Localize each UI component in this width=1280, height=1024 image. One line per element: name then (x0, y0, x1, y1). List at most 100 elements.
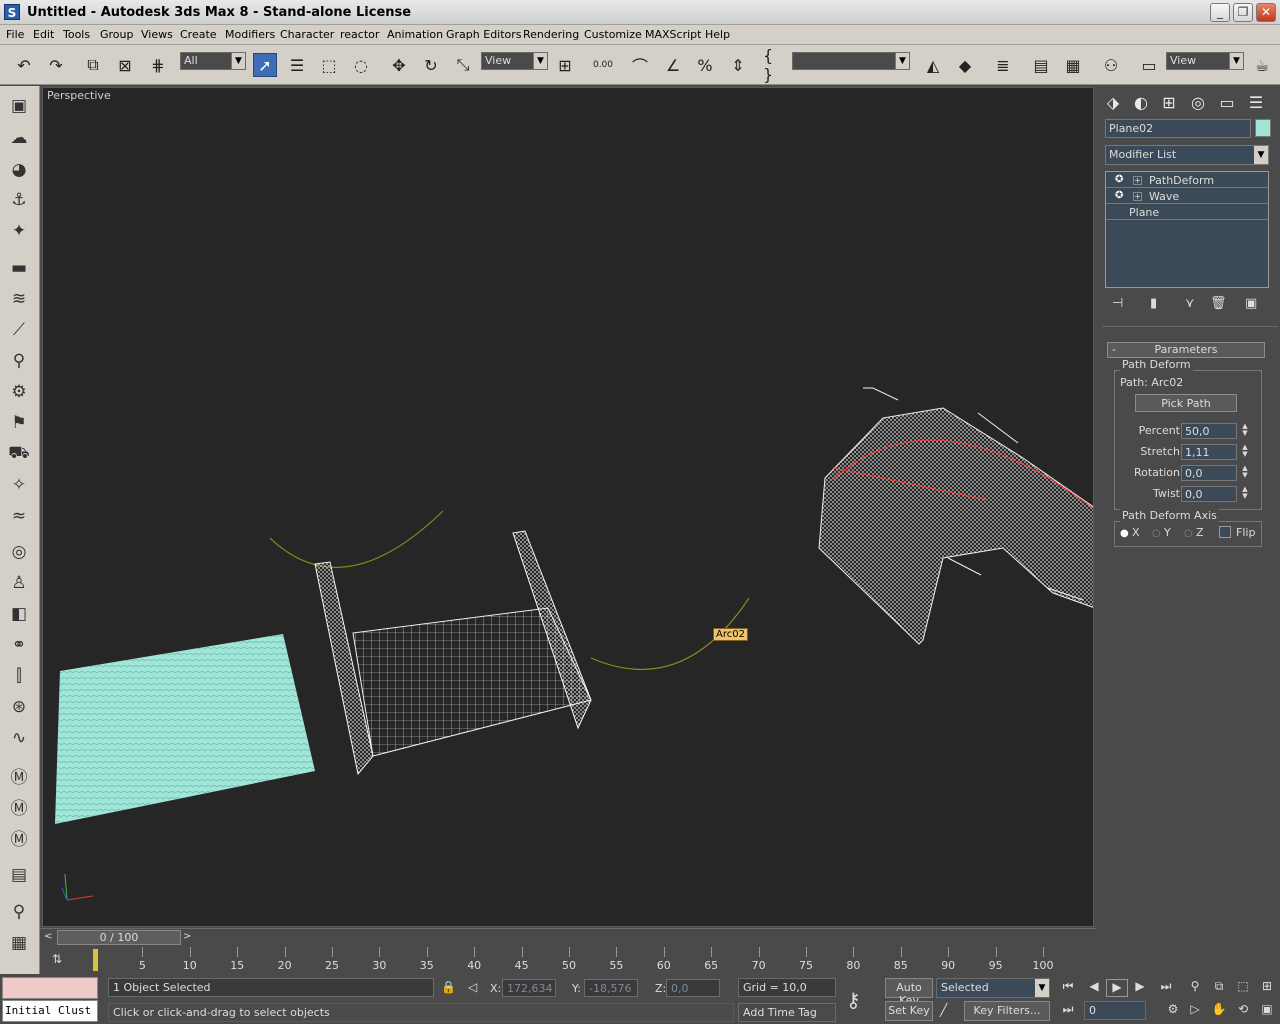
select-object-icon[interactable]: ➚ (253, 53, 277, 77)
menu-edit[interactable]: Edit (33, 28, 54, 41)
lightbulb-icon[interactable]: ✪ (1115, 174, 1123, 185)
chevron-right-icon[interactable]: > (183, 931, 191, 942)
wind-icon[interactable]: ⚑ (7, 411, 31, 435)
object-name-field[interactable]: Plane02 (1105, 119, 1251, 138)
motion-tab-icon[interactable]: ◎ (1187, 91, 1209, 113)
menu-tools[interactable]: Tools (63, 28, 90, 41)
car-wheel-constraint-icon[interactable]: ⊛ (7, 695, 31, 719)
select-and-scale-icon[interactable]: ⤡ (451, 53, 475, 77)
angle-snap-icon[interactable]: ∠ (661, 53, 685, 77)
render-scene-icon[interactable]: ▭ (1137, 53, 1161, 77)
spinner-arrows-icon[interactable]: ▲ ▼ (1240, 486, 1250, 502)
radio-x-selected-icon[interactable]: ● (1120, 528, 1129, 539)
zoom-all-icon[interactable]: ⧉ (1208, 979, 1230, 997)
next-frame-icon[interactable]: ▶ (1129, 979, 1151, 997)
deforming-mesh-icon[interactable]: ✦ (7, 219, 31, 243)
menu-animation[interactable]: Animation (387, 28, 443, 41)
menu-character[interactable]: Character (280, 28, 334, 41)
fracture-icon[interactable]: ✧ (7, 473, 31, 497)
select-and-link-icon[interactable]: ⧉ (81, 53, 105, 77)
radio-y-icon[interactable]: ○ (1152, 528, 1161, 539)
stack-item-wave[interactable]: ✪ + Wave (1106, 189, 1268, 204)
quick-render-icon[interactable]: ☕ (1250, 53, 1274, 77)
named-selection-dropdown[interactable]: ▼ (792, 52, 910, 70)
edit-named-selections-icon[interactable]: { } (763, 46, 787, 84)
expand-icon[interactable]: + (1133, 176, 1142, 185)
spinner-snap-icon[interactable]: ⇕ (726, 53, 750, 77)
display-tab-icon[interactable]: ▭ (1216, 91, 1238, 113)
time-slider-thumb[interactable]: 0 / 100 (57, 930, 181, 945)
wave-plane-object[interactable] (55, 634, 315, 824)
rotation-spinner[interactable]: 0,0 (1181, 465, 1237, 481)
modify-tab-icon[interactable]: ◐ (1130, 91, 1152, 113)
stack-item-plane[interactable]: Plane (1106, 205, 1268, 220)
select-and-rotate-icon[interactable]: ↻ (419, 53, 443, 77)
mirror-icon[interactable]: ◭ (921, 53, 945, 77)
cloth-modifier-icon[interactable]: Ⓜ (7, 763, 31, 788)
utilities-tab-icon[interactable]: ☰ (1245, 91, 1267, 113)
motor-icon[interactable]: ⚙ (7, 380, 31, 404)
current-frame-field[interactable]: 0 (1084, 1001, 1146, 1020)
linear-dashpot-icon[interactable]: ⟋ (7, 318, 31, 342)
field-of-view-icon[interactable]: ▷ (1184, 1002, 1206, 1020)
snaps-toggle-icon[interactable]: ⌒ (628, 53, 652, 77)
go-to-start-icon[interactable]: ⏮ (1057, 979, 1079, 997)
z-coordinate-field[interactable]: 0,0 (666, 979, 720, 997)
chevron-left-icon[interactable]: < (44, 931, 52, 942)
menu-file[interactable]: File (6, 28, 24, 41)
time-configuration-icon[interactable]: ⚙ (1162, 1002, 1184, 1020)
box-wireframe-object[interactable] (314, 530, 592, 776)
pivot-center-icon[interactable]: ⊞ (553, 53, 577, 77)
mini-curve-editor-icon[interactable]: ⇅ (52, 952, 68, 968)
set-key-button[interactable]: Set Key (885, 1001, 933, 1021)
zoom-extents-icon[interactable]: ⬚ (1232, 979, 1254, 997)
pan-view-icon[interactable]: ✋ (1208, 1002, 1230, 1020)
spinner-arrows-icon[interactable]: ▲ ▼ (1240, 423, 1250, 439)
menu-modifiers[interactable]: Modifiers (225, 28, 275, 41)
percent-spinner[interactable]: 50,0 (1181, 423, 1237, 439)
stack-item-pathdeform[interactable]: ✪ + PathDeform (1106, 173, 1268, 188)
auto-key-button[interactable]: Auto Key (885, 978, 933, 1007)
menu-create[interactable]: Create (180, 28, 217, 41)
create-tab-icon[interactable]: ⬗ (1102, 91, 1124, 113)
expand-icon[interactable]: + (1133, 192, 1142, 201)
parameters-rollout[interactable]: - Parameters (1107, 342, 1265, 358)
water-icon[interactable]: ≈ (7, 504, 31, 528)
stretch-spinner[interactable]: 1,11 (1181, 444, 1237, 460)
menu-maxscript[interactable]: MAXScript (645, 28, 701, 41)
select-and-move-icon[interactable]: ✥ (387, 53, 411, 77)
menu-group[interactable]: Group (100, 28, 134, 41)
maximize-viewport-icon[interactable]: ▣ (1256, 1002, 1278, 1020)
plane-icon[interactable]: ▬ (7, 256, 31, 280)
menu-help[interactable]: Help (705, 28, 730, 41)
toy-car-icon[interactable]: ⛟ (7, 442, 31, 466)
layer-manager-icon[interactable]: ≣ (991, 53, 1015, 77)
time-slider[interactable]: < 0 / 100 > (40, 928, 1096, 946)
soft-body-modifier-icon[interactable]: Ⓜ (7, 794, 31, 819)
rope-collection-icon[interactable]: ⚓ (7, 188, 31, 212)
x-coordinate-field[interactable]: 172,634 (502, 979, 556, 997)
previous-frame-icon[interactable]: ◀ (1083, 979, 1105, 997)
menu-rendering[interactable]: Rendering (523, 28, 579, 41)
soft-body-collection-icon[interactable]: ◕ (7, 158, 31, 182)
menu-graph-editors[interactable]: Graph Editors (446, 28, 522, 41)
track-bar[interactable]: ⇅ 5 10 15 20 25 30 35 40 45 50 55 60 65 70 75 80 85 90 95 1… (40, 947, 1096, 975)
app-icon[interactable]: S (4, 4, 20, 20)
maxscript-mini-listener[interactable]: Initial Clust (2, 1000, 98, 1022)
arc-rotate-icon[interactable]: ⟲ (1232, 1002, 1254, 1020)
material-editor-icon[interactable]: ⚇ (1099, 53, 1123, 77)
key-filters-button[interactable]: Key Filters... (964, 1001, 1050, 1021)
arc01-path[interactable] (269, 510, 444, 568)
pin-stack-icon[interactable]: ⊣ (1112, 296, 1123, 311)
absolute-mode-icon[interactable]: ◁ (468, 980, 477, 994)
spring-icon[interactable]: ≋ (7, 287, 31, 311)
twist-spinner[interactable]: 0,0 (1181, 486, 1237, 502)
close-button[interactable]: ✕ (1256, 3, 1276, 22)
constraint-solver-icon[interactable]: ◎ (7, 540, 31, 564)
ragdoll-constraint-icon[interactable]: ♙ (7, 571, 31, 595)
configure-sets-icon[interactable]: ▣ (1245, 296, 1257, 311)
hierarchy-tab-icon[interactable]: ⊞ (1158, 91, 1180, 113)
select-by-name-icon[interactable]: ☰ (285, 53, 309, 77)
cloth-collection-icon[interactable]: ☁ (7, 126, 31, 150)
flip-checkbox[interactable] (1219, 526, 1231, 538)
